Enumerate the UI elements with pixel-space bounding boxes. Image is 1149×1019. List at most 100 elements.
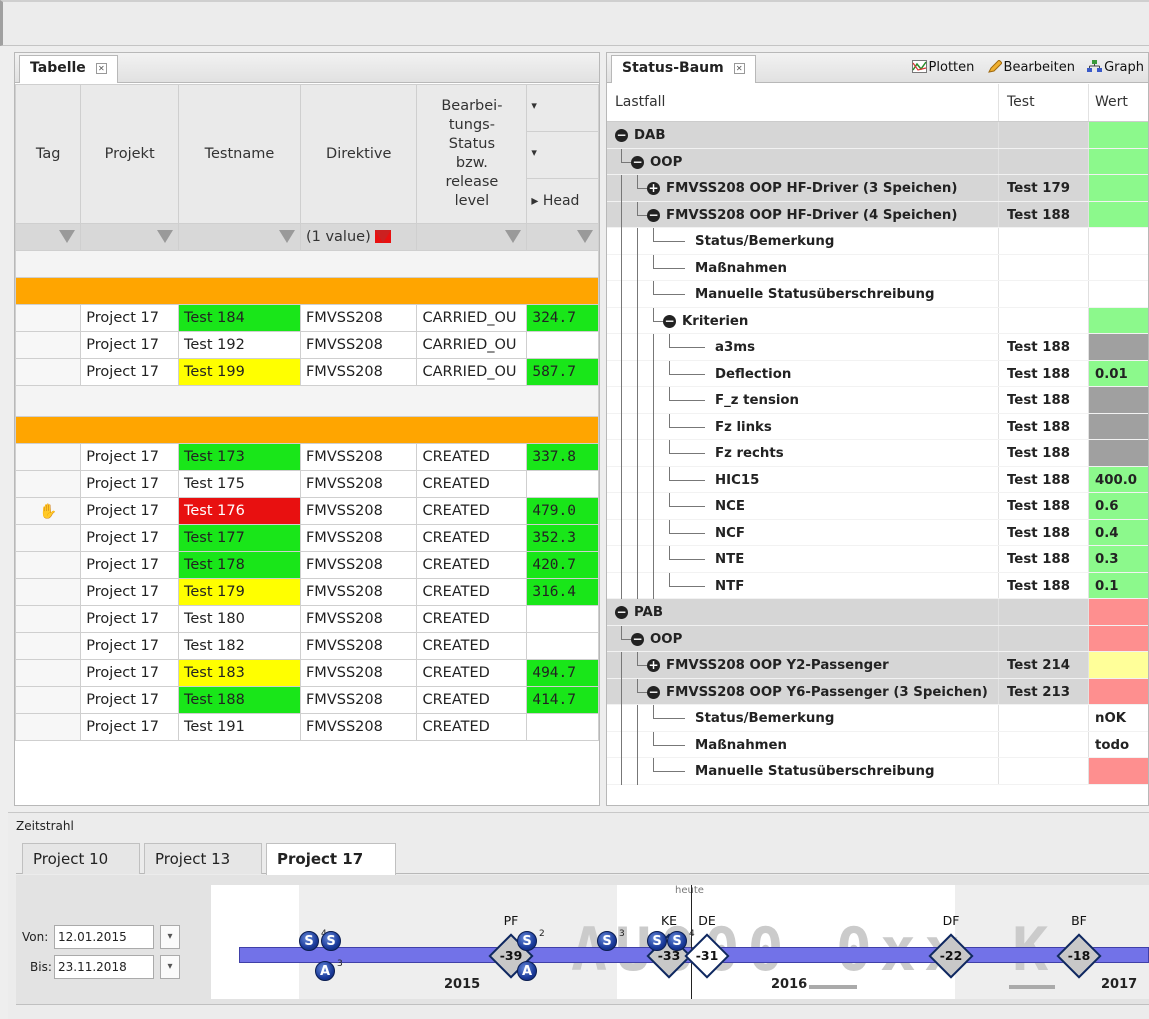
collapse-icon[interactable]: ▾ <box>527 132 598 179</box>
tree-row[interactable]: − PAB <box>607 599 1148 626</box>
testname-cell[interactable]: Test 199 <box>177 358 301 386</box>
table-row[interactable]: Project 17 Test 178 FMVSS208 CREATED 420.7 <box>15 551 599 579</box>
testname-cell[interactable]: Test 175 <box>177 470 301 498</box>
plot-button[interactable]: Plotten <box>911 60 974 75</box>
tree-row[interactable]: + FMVSS208 OOP Y2-Passenger Test 214 <box>607 652 1148 679</box>
filter-icon[interactable] <box>156 230 173 243</box>
testname-cell[interactable]: Test 182 <box>177 632 301 660</box>
table-row[interactable]: Project 17 Test 177 FMVSS208 CREATED 352.3 <box>15 524 599 552</box>
tag-cell[interactable] <box>15 304 82 332</box>
filter-cell[interactable] <box>177 223 301 251</box>
tab-status-baum[interactable]: Status-Baum ✕ <box>611 55 756 83</box>
col-header-extra[interactable]: ▾ ▾ ▸ Head <box>526 84 599 224</box>
table-row[interactable]: Project 17 Test 199 FMVSS208 CARRIED_OU 587.… <box>15 358 599 386</box>
head-expander[interactable]: ▸ Head <box>528 179 598 223</box>
tree-row[interactable]: NTF Test 188 0.1 <box>607 572 1148 600</box>
table-row[interactable]: Project 17 Test 179 FMVSS208 CREATED 316.4 <box>15 578 599 606</box>
expand-icon[interactable]: + <box>647 182 660 195</box>
collapse-icon[interactable]: − <box>631 632 644 646</box>
table-row[interactable]: Project 17 Test 192 FMVSS208 CARRIED_OU <box>15 331 599 359</box>
bis-dropdown-button[interactable]: ▾ <box>160 955 180 979</box>
tree-row[interactable]: Deflection Test 188 0.01 <box>607 360 1148 388</box>
testname-cell[interactable]: Test 184 <box>177 304 301 332</box>
tree-row[interactable]: Maßnahmen <box>607 254 1148 282</box>
status-marker[interactable]: S <box>299 931 319 951</box>
approval-marker[interactable]: A <box>315 961 335 981</box>
tree-row[interactable]: Fz links Test 188 <box>607 413 1148 441</box>
close-icon[interactable]: ✕ <box>733 63 745 74</box>
tag-cell[interactable] <box>15 632 82 660</box>
tag-cell[interactable] <box>15 358 82 386</box>
tree-row[interactable]: − Kriterien <box>607 307 1148 335</box>
col-header-status[interactable]: Bearbei- tungs- Status bzw. release leve… <box>416 84 528 224</box>
table-row[interactable]: Project 17 Test 184 FMVSS208 CARRIED_OU 324.… <box>15 304 599 332</box>
col-header-projekt[interactable]: Projekt <box>80 84 179 224</box>
tree-row[interactable]: Fz rechts Test 188 <box>607 440 1148 467</box>
timeline-canvas[interactable]: AU000 0xx K heute -39PF-33KE-31DE-22DF-1… <box>211 885 1149 999</box>
tag-cell[interactable] <box>15 686 82 714</box>
filter-icon[interactable] <box>577 230 593 243</box>
table-row[interactable]: Project 17 Test 191 FMVSS208 CREATED <box>15 713 599 741</box>
close-icon[interactable]: ✕ <box>95 63 107 74</box>
tree-row[interactable]: − DAB <box>607 122 1148 149</box>
tag-cell[interactable] <box>15 659 82 687</box>
approval-marker[interactable]: A <box>517 961 537 981</box>
testname-cell[interactable]: Test 176 <box>177 497 301 525</box>
tree-row[interactable]: − OOP <box>607 625 1148 652</box>
table-row[interactable]: Project 17 Test 182 FMVSS208 CREATED <box>15 632 599 660</box>
table-row[interactable]: Project 17 Test 188 FMVSS208 CREATED 414.7 <box>15 686 599 714</box>
tree-row[interactable]: Status/Bemerkung nOK <box>607 705 1148 732</box>
tag-cell[interactable] <box>15 713 82 741</box>
tag-cell[interactable] <box>15 443 82 471</box>
tree-row[interactable]: − OOP <box>607 148 1148 175</box>
tab-project-13[interactable]: Project 13 <box>144 843 262 874</box>
filter-active-icon[interactable] <box>374 230 391 243</box>
tab-project-10[interactable]: Project 10 <box>22 843 140 874</box>
expand-icon[interactable]: + <box>647 659 660 672</box>
testname-cell[interactable]: Test 177 <box>177 524 301 552</box>
col-header-lastfall[interactable]: Lastfall <box>607 84 998 121</box>
collapse-icon[interactable]: − <box>647 208 660 222</box>
col-header-tag[interactable]: Tag <box>15 84 82 224</box>
table-row[interactable]: ✋ Project 17 Test 176 FMVSS208 CREATED 479.0 <box>15 497 599 525</box>
testname-cell[interactable]: Test 183 <box>177 659 301 687</box>
collapse-icon[interactable]: − <box>615 606 628 619</box>
filter-icon[interactable] <box>278 230 295 243</box>
status-marker[interactable]: S <box>647 931 667 951</box>
collapse-icon[interactable]: − <box>647 685 660 699</box>
table-row[interactable]: Project 17 Test 183 FMVSS208 CREATED 494.7 <box>15 659 599 687</box>
status-marker[interactable]: S <box>321 931 341 951</box>
table-row[interactable]: Project 17 Test 173 FMVSS208 CREATED 337.8 <box>15 443 599 471</box>
group-header-row[interactable] <box>15 277 599 305</box>
graph-button[interactable]: Graph <box>1087 60 1144 75</box>
table-row[interactable]: Project 17 Test 180 FMVSS208 CREATED <box>15 605 599 633</box>
testname-cell[interactable]: Test 178 <box>177 551 301 579</box>
filter-cell[interactable] <box>526 223 599 251</box>
tree-row[interactable]: − FMVSS208 OOP Y6-Passenger (3 Speichen) T… <box>607 678 1148 706</box>
filter-cell[interactable]: (1 value) <box>299 223 418 251</box>
col-header-direktive[interactable]: Direktive <box>299 84 418 224</box>
group-header-row[interactable] <box>15 416 599 444</box>
testname-cell[interactable]: Test 191 <box>177 713 301 741</box>
table-row[interactable]: Project 17 Test 175 FMVSS208 CREATED <box>15 470 599 498</box>
status-marker[interactable]: S <box>597 931 617 951</box>
testname-cell[interactable]: Test 192 <box>177 331 301 359</box>
tree-row[interactable]: HIC15 Test 188 400.0 <box>607 466 1148 494</box>
filter-cell[interactable] <box>80 223 179 251</box>
tree-row[interactable]: − FMVSS208 OOP HF-Driver (4 Speichen) Test… <box>607 201 1148 229</box>
testname-cell[interactable]: Test 180 <box>177 605 301 633</box>
status-marker[interactable]: S <box>517 931 537 951</box>
tab-project-17[interactable]: Project 17 <box>266 843 396 876</box>
collapse-icon[interactable]: ▾ <box>527 86 598 132</box>
tree-row[interactable]: Manuelle Statusüberschreibung <box>607 758 1148 785</box>
tag-cell[interactable] <box>15 605 82 633</box>
tree-row[interactable]: Manuelle Statusüberschreibung <box>607 281 1148 308</box>
tag-cell[interactable] <box>15 578 82 606</box>
tree-row[interactable]: F_z tension Test 188 <box>607 387 1148 414</box>
tree-row[interactable]: Maßnahmen todo <box>607 731 1148 759</box>
tag-cell[interactable]: ✋ <box>15 497 82 525</box>
col-header-wert[interactable]: Wert <box>1088 84 1148 121</box>
testname-cell[interactable]: Test 188 <box>177 686 301 714</box>
tag-cell[interactable] <box>15 331 82 359</box>
testname-cell[interactable]: Test 179 <box>177 578 301 606</box>
